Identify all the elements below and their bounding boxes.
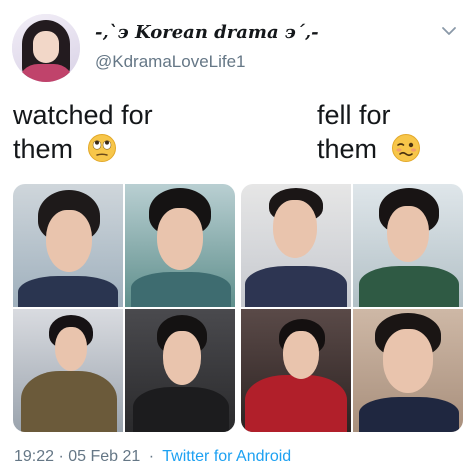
tweet-header: -‚`϶ Korean drama ϶´‚- @KdramaLoveLife1 <box>0 0 474 90</box>
image-right[interactable] <box>241 184 463 432</box>
photo-actor-3 <box>13 309 123 432</box>
caption-left-line1: watched for <box>13 100 153 130</box>
photo-actor-5 <box>241 184 351 307</box>
timestamp[interactable]: 19:22 · 05 Feb 21 <box>14 448 140 465</box>
display-name[interactable]: -‚`϶ Korean drama ϶´‚- <box>95 22 319 43</box>
footer-separator: · <box>148 448 155 465</box>
image-left[interactable] <box>13 184 235 432</box>
avatar[interactable] <box>12 14 80 82</box>
source-link[interactable]: Twitter for Android <box>162 448 291 465</box>
photo-actor-7 <box>241 309 351 432</box>
user-handle[interactable]: @KdramaLoveLife1 <box>95 52 246 72</box>
face-with-rolling-eyes-icon <box>87 134 116 162</box>
photo-actor-2 <box>125 184 235 307</box>
photo-actor-4 <box>125 309 235 432</box>
caption-right-line2: them <box>317 134 378 164</box>
photo-actor-8 <box>353 309 463 432</box>
photo-actor-6 <box>353 184 463 307</box>
caption-right-line1: fell for <box>317 100 391 130</box>
caption-right: fell for them <box>317 98 421 166</box>
tweet-footer: 19:22 · 05 Feb 21 · Twitter for Android <box>14 448 291 466</box>
woozy-face-icon <box>391 134 420 162</box>
caption-left-line2: them <box>13 134 74 164</box>
photo-actor-1 <box>13 184 123 307</box>
caption-left: watched for them <box>13 98 153 166</box>
chevron-down-icon[interactable] <box>440 22 458 40</box>
